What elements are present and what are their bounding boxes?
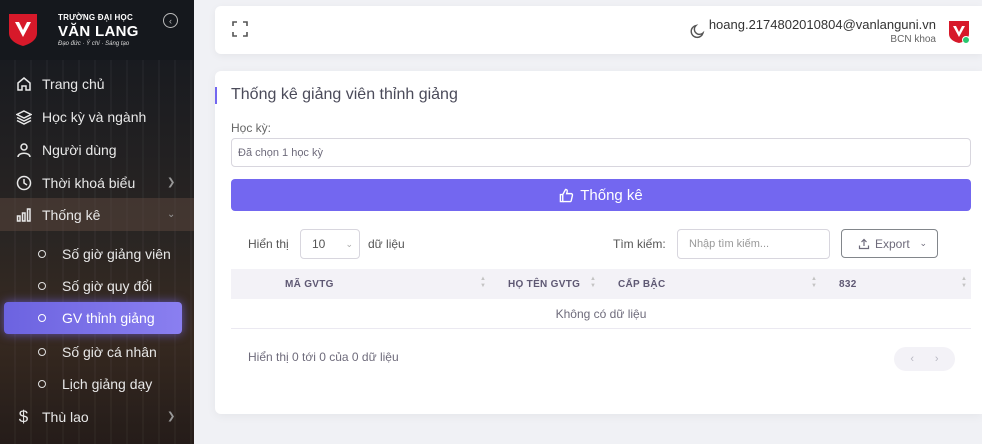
export-button[interactable]: Export ⌄: [841, 229, 938, 258]
university-shield-icon: [9, 14, 37, 46]
statistics-button-label: Thống kê: [580, 186, 643, 204]
title-accent-bar: [215, 87, 217, 104]
bar-chart-icon: [15, 206, 32, 223]
sidebar-subitem-label: Số giờ quy đổi: [62, 277, 153, 294]
column-header-name[interactable]: HỌ TÊN GVTG: [508, 269, 580, 299]
sort-icon[interactable]: ▲ ▼: [479, 276, 487, 292]
brand-text: TRƯỜNG ĐẠI HỌC VĂN LANG Đạo đức · Ý chí …: [58, 12, 139, 47]
moon-icon[interactable]: [690, 23, 706, 39]
chevron-down-icon: ⌄: [919, 238, 927, 248]
previous-page-button[interactable]: ‹: [910, 353, 914, 365]
column-header-code[interactable]: MÃ GVTG: [285, 269, 334, 299]
column-header-label: CẤP BẬC: [618, 278, 666, 290]
semester-label: Học kỳ:: [231, 121, 272, 135]
search-label: Tìm kiếm:: [613, 237, 666, 251]
home-icon: [15, 75, 32, 92]
column-header-label: HỌ TÊN GVTG: [508, 278, 581, 290]
sort-icon[interactable]: ▲ ▼: [810, 276, 818, 292]
user-email[interactable]: hoang.2174802010804@vanlanguni.vn: [709, 17, 936, 32]
sidebar-item-home[interactable]: Trang chủ: [0, 67, 194, 100]
sort-icon[interactable]: ▲ ▼: [960, 276, 968, 292]
sort-icon[interactable]: ▲ ▼: [589, 276, 597, 292]
circle-icon: [38, 281, 46, 290]
online-status-badge: [962, 36, 970, 44]
fullscreen-icon[interactable]: [232, 21, 248, 37]
sidebar: TRƯỜNG ĐẠI HỌC VĂN LANG Đạo đức · Ý chí …: [0, 0, 194, 444]
sidebar-subitem-label: Lịch giảng dạy: [62, 375, 153, 392]
brand-tagline: Đạo đức · Ý chí · Sáng tạo: [58, 40, 130, 47]
dollar-icon: $: [18, 406, 29, 426]
circle-icon: [38, 249, 46, 258]
page-title: Thống kê giảng viên thỉnh giảng: [231, 86, 458, 103]
chevron-down-icon: ⌄: [345, 239, 353, 249]
column-header-label: 832: [839, 278, 857, 290]
brand-line2: VĂN LANG: [58, 22, 139, 40]
sidebar-item-label: Thù lao: [42, 408, 89, 425]
sidebar-item-semester-major[interactable]: Học kỳ và ngành: [0, 100, 194, 133]
table-header: MÃ GVTG ▲ ▼ HỌ TÊN GVTG ▲ ▼ CẤP BẬC ▲ ▼ 832…: [231, 269, 971, 299]
top-navbar: hoang.2174802010804@vanlanguni.vn BCN kh…: [215, 6, 982, 54]
sidebar-subitem-personal-hours[interactable]: Số giờ cá nhân: [0, 335, 194, 368]
clock-icon: [15, 174, 32, 191]
sidebar-item-timetable[interactable]: Thời khoá biểu ❯: [0, 166, 194, 199]
chevron-right-icon: ❯: [167, 177, 176, 188]
brand-logo[interactable]: TRƯỜNG ĐẠI HỌC VĂN LANG Đạo đức · Ý chí …: [8, 10, 139, 50]
semester-select-value: Đã chọn 1 học kỳ: [238, 146, 323, 159]
circle-icon: [38, 379, 46, 388]
sidebar-subitem-label: GV thỉnh giảng: [62, 310, 155, 326]
pagination: ‹ ›: [894, 347, 955, 371]
circle-icon: [38, 314, 46, 322]
sidebar-subitem-teaching-schedule[interactable]: Lịch giảng dạy: [0, 367, 194, 400]
chevron-right-icon: ❯: [167, 411, 176, 422]
collapse-sidebar-icon[interactable]: ‹: [163, 13, 178, 28]
export-button-label: Export: [875, 236, 910, 251]
sidebar-subitem-label: Số giờ giảng viên: [62, 245, 171, 262]
column-header-832[interactable]: 832: [839, 269, 857, 299]
next-page-button[interactable]: ›: [935, 353, 939, 365]
empty-table-row: Không có dữ liệu: [231, 299, 971, 329]
table-info: Hiển thị 0 tới 0 của 0 dữ liệu: [248, 350, 399, 364]
upload-icon: [858, 238, 870, 249]
search-placeholder: Nhập tìm kiếm...: [689, 238, 770, 250]
column-header-label: MÃ GVTG: [285, 278, 334, 290]
sidebar-item-users[interactable]: Người dùng: [0, 133, 194, 166]
visiting-lecturer-stats-card: Thống kê giảng viên thỉnh giảng Học kỳ: …: [215, 71, 982, 414]
entries-label: dữ liệu: [368, 237, 405, 251]
thumbs-up-icon: [559, 188, 574, 202]
sidebar-item-statistics[interactable]: Thống kê ⌄: [0, 198, 194, 231]
sidebar-item-label: Người dùng: [42, 141, 117, 158]
sidebar-subitem-lecturer-hours[interactable]: Số giờ giảng viên: [0, 237, 194, 270]
page-size-select[interactable]: 10 ⌄: [300, 229, 360, 259]
show-entries-label: Hiển thị: [248, 237, 289, 251]
empty-table-text: Không có dữ liệu: [555, 306, 647, 321]
sidebar-item-label: Học kỳ và ngành: [42, 108, 147, 125]
brand-line1: TRƯỜNG ĐẠI HỌC: [58, 12, 133, 22]
sidebar-subitem-visiting-lecturer[interactable]: GV thỉnh giảng: [4, 302, 182, 334]
search-input[interactable]: Nhập tìm kiếm...: [677, 229, 830, 259]
layers-icon: [15, 108, 32, 125]
sidebar-item-label: Thống kê: [42, 206, 101, 223]
circle-icon: [38, 347, 46, 356]
user-role: BCN khoa: [890, 34, 936, 45]
sidebar-subitem-label: Số giờ cá nhân: [62, 343, 157, 360]
sidebar-item-label: Thời khoá biểu: [42, 174, 136, 191]
sidebar-item-remuneration[interactable]: $ Thù lao ❯: [0, 400, 194, 433]
semester-select[interactable]: Đã chọn 1 học kỳ: [231, 138, 971, 167]
chevron-down-icon: ⌄: [167, 209, 176, 220]
user-icon: [15, 141, 32, 158]
sidebar-subitem-converted-hours[interactable]: Số giờ quy đổi: [0, 269, 194, 302]
sidebar-item-label: Trang chủ: [42, 75, 105, 92]
statistics-button[interactable]: Thống kê: [231, 179, 971, 211]
page-size-value: 10: [312, 237, 326, 251]
column-header-rank[interactable]: CẤP BẬC: [618, 269, 665, 299]
